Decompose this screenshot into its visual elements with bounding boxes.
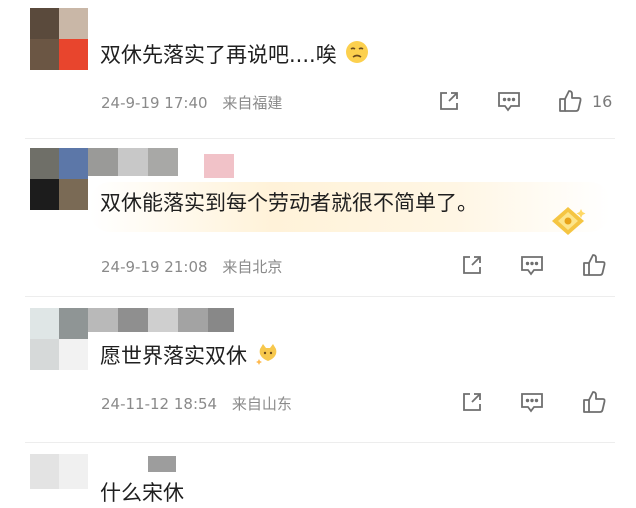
comment-icon[interactable] (520, 254, 544, 276)
comment-location: 来自福建 (222, 94, 283, 112)
username-blur[interactable] (88, 148, 238, 178)
avatar[interactable] (30, 8, 88, 70)
comment-location: 来自北京 (222, 258, 283, 276)
comment-icon[interactable] (520, 391, 544, 413)
comment-item: 双休能落实到每个劳动者就很不简单了。 24-9-19 21:08 来自北京 (0, 140, 636, 290)
share-icon[interactable] (461, 391, 483, 413)
like-icon[interactable] (557, 88, 583, 114)
comment-time: 24-9-19 17:40 (101, 94, 208, 112)
comment-text: 愿世界落实双休 (100, 341, 280, 373)
comment-time: 24-9-19 21:08 (101, 258, 208, 276)
comment-time: 24-11-12 18:54 (101, 395, 218, 413)
comment-meta: 24-11-12 18:54 来自山东 (101, 393, 302, 414)
share-icon[interactable] (461, 254, 483, 276)
divider (25, 138, 615, 139)
comment-location: 来自山东 (231, 395, 292, 413)
share-icon[interactable] (438, 90, 460, 112)
like-count: 16 (592, 92, 613, 111)
sad-face-emoji (345, 40, 369, 72)
comment-item: 愿世界落实双休 24-11-12 18:54 来自山东 (0, 300, 636, 440)
avatar[interactable] (30, 308, 88, 370)
comment-meta: 24-9-19 17:40 来自福建 (101, 92, 292, 113)
comment-icon[interactable] (497, 90, 521, 112)
comment-item: 什么宋休 (0, 446, 636, 505)
comment-text: 什么宋休 (100, 481, 184, 505)
divider (25, 442, 615, 443)
username-blur[interactable] (148, 456, 178, 474)
like-icon[interactable] (581, 389, 607, 415)
avatar[interactable] (30, 148, 88, 210)
like-icon[interactable] (581, 252, 607, 278)
sparkle-cat-emoji (255, 341, 280, 373)
comment-item: 双休先落实了再说吧....唉 24-9-19 17:40 来自福建 16 (0, 0, 636, 128)
comment-text: 双休能落实到每个劳动者就很不简单了。 (100, 191, 478, 215)
comment-meta: 24-9-19 21:08 来自北京 (101, 256, 292, 277)
gold-rank-badge-icon (548, 204, 588, 238)
avatar[interactable] (30, 454, 88, 489)
divider (25, 296, 615, 297)
username-blur[interactable] (88, 308, 238, 334)
comment-text: 双休先落实了再说吧....唉 (100, 40, 369, 72)
